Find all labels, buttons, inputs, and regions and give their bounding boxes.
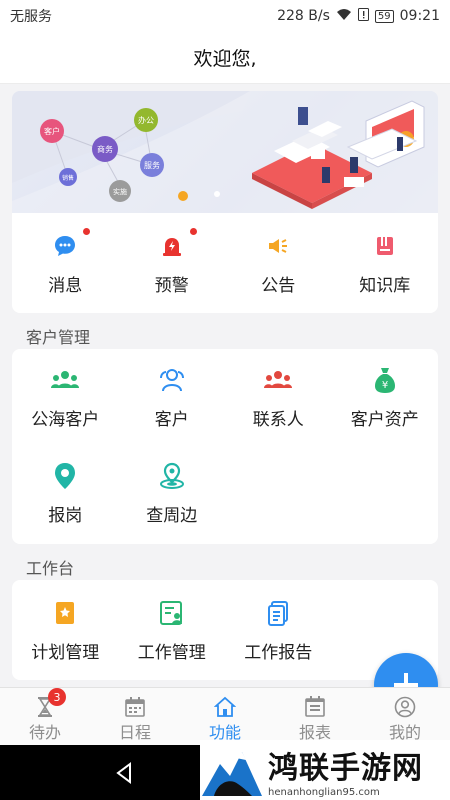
calendar-icon bbox=[125, 697, 145, 717]
banner-node-2: 办公 bbox=[138, 115, 154, 125]
status-right: 228 B/s 59 09:21 bbox=[277, 7, 440, 25]
quick-action-messages[interactable]: 消息 bbox=[12, 213, 119, 313]
carrier-label: 无服务 bbox=[10, 9, 52, 25]
money-bag-icon: ¥ bbox=[370, 365, 400, 395]
section-title-work: 工作台 bbox=[26, 559, 75, 578]
quick-action-label: 预警 bbox=[154, 275, 189, 296]
quick-action-alerts[interactable]: 预警 bbox=[119, 213, 226, 313]
quick-actions-card: 消息 预警 公告 知识库 bbox=[12, 213, 438, 313]
tab-schedule[interactable]: 日程 bbox=[90, 688, 180, 745]
quick-action-label: 公告 bbox=[261, 275, 296, 296]
todo-count-badge: 3 bbox=[48, 688, 66, 706]
watermark-text-block: 鸿联手游网 henanhonglian95.com bbox=[268, 743, 423, 798]
plan-icon bbox=[50, 598, 80, 628]
work-item-reports[interactable]: 工作报告 bbox=[225, 580, 332, 680]
bottom-tab-bar: 待办 3 日程 功能 报表 我的 bbox=[0, 687, 450, 745]
location-pin-icon bbox=[50, 461, 80, 491]
work-item-work-management[interactable]: 工作管理 bbox=[119, 580, 226, 680]
customer-item-assets[interactable]: ¥ 客户资产 bbox=[332, 349, 439, 445]
banner-node-0: 客户 bbox=[44, 126, 60, 136]
message-icon bbox=[50, 227, 91, 261]
banner-dot bbox=[214, 191, 220, 197]
watermark: 鸿联手游网 henanhonglian95.com bbox=[200, 740, 450, 800]
workbench-card: 计划管理 工作管理 工作报告 bbox=[12, 580, 438, 680]
customer-item-label: 客户资产 bbox=[350, 409, 419, 430]
group-icon bbox=[50, 365, 80, 395]
tab-todo[interactable]: 待办 3 bbox=[0, 688, 90, 745]
customer-item-nearby[interactable]: 查周边 bbox=[119, 445, 226, 541]
quick-action-announcements[interactable]: 公告 bbox=[225, 213, 332, 313]
customer-row-1: 公海客户 客户 联系人 ¥ 客户资产 bbox=[12, 349, 438, 445]
customer-item-check-in[interactable]: 报岗 bbox=[12, 445, 119, 541]
tab-reports[interactable]: 报表 bbox=[270, 688, 360, 745]
report-icon bbox=[263, 598, 293, 628]
tab-label: 待办 bbox=[28, 723, 61, 742]
sim-alert-icon bbox=[357, 7, 369, 25]
svg-text:¥: ¥ bbox=[382, 380, 388, 391]
watermark-title: 鸿联手游网 bbox=[268, 750, 423, 786]
customer-icon bbox=[157, 365, 187, 395]
megaphone-icon bbox=[263, 231, 293, 261]
customer-item-label: 客户 bbox=[154, 409, 189, 430]
contacts-icon bbox=[263, 365, 293, 395]
customer-item-label: 公海客户 bbox=[31, 409, 100, 430]
book-icon bbox=[370, 231, 400, 261]
section-title-customer: 客户管理 bbox=[26, 328, 91, 347]
quick-action-knowledge-base[interactable]: 知识库 bbox=[332, 213, 439, 313]
unread-dot bbox=[189, 227, 197, 235]
banner-node-4: 销售 bbox=[62, 174, 74, 182]
battery-icon: 59 bbox=[374, 9, 394, 23]
tab-functions[interactable]: 功能 bbox=[180, 688, 270, 745]
customer-item-contacts[interactable]: 联系人 bbox=[225, 349, 332, 445]
work-icon bbox=[157, 598, 187, 628]
customer-management-card: 公海客户 客户 联系人 ¥ 客户资产 报岗 查周边 bbox=[12, 349, 438, 544]
unread-dot bbox=[83, 227, 91, 235]
customer-item-label: 报岗 bbox=[48, 505, 83, 526]
alarm-icon bbox=[157, 227, 197, 261]
customer-item-label: 查周边 bbox=[146, 505, 198, 526]
customer-item-label: 联系人 bbox=[252, 409, 304, 430]
work-item-label: 计划管理 bbox=[31, 642, 100, 663]
clock: 09:21 bbox=[399, 8, 440, 24]
user-icon bbox=[394, 696, 416, 718]
work-item-label: 工作管理 bbox=[137, 642, 206, 663]
tab-label: 日程 bbox=[118, 723, 151, 742]
banner-node-3: 服务 bbox=[144, 160, 160, 170]
page-title: 欢迎您, bbox=[193, 48, 257, 70]
watermark-url: henanhonglian95.com bbox=[268, 786, 380, 798]
banner-node-5: 实施 bbox=[113, 187, 127, 196]
work-item-plans[interactable]: 计划管理 bbox=[12, 580, 119, 680]
back-icon[interactable] bbox=[112, 761, 136, 785]
banner-dot-active bbox=[178, 191, 188, 201]
banner-carousel[interactable]: 客户 商务 办公 服务 销售 实施 bbox=[12, 91, 438, 213]
home-icon bbox=[214, 696, 236, 717]
network-speed: 228 B/s bbox=[277, 8, 330, 24]
watermark-logo-icon bbox=[202, 752, 262, 796]
customer-item-public-pool[interactable]: 公海客户 bbox=[12, 349, 119, 445]
wifi-icon bbox=[336, 8, 352, 25]
banner-node-1: 商务 bbox=[97, 144, 113, 154]
work-item-label: 工作报告 bbox=[244, 642, 313, 663]
customer-row-2: 报岗 查周边 bbox=[12, 445, 438, 541]
customer-item-customers[interactable]: 客户 bbox=[119, 349, 226, 445]
report-chart-icon bbox=[305, 696, 325, 717]
tab-me[interactable]: 我的 bbox=[360, 688, 450, 745]
quick-action-label: 消息 bbox=[48, 275, 83, 296]
nearby-icon bbox=[157, 461, 187, 491]
status-bar: 无服务 228 B/s 59 09:21 bbox=[0, 0, 450, 32]
banner-pagination[interactable] bbox=[177, 191, 237, 201]
page-header: 欢迎您, bbox=[0, 32, 450, 84]
quick-action-label: 知识库 bbox=[359, 275, 411, 296]
